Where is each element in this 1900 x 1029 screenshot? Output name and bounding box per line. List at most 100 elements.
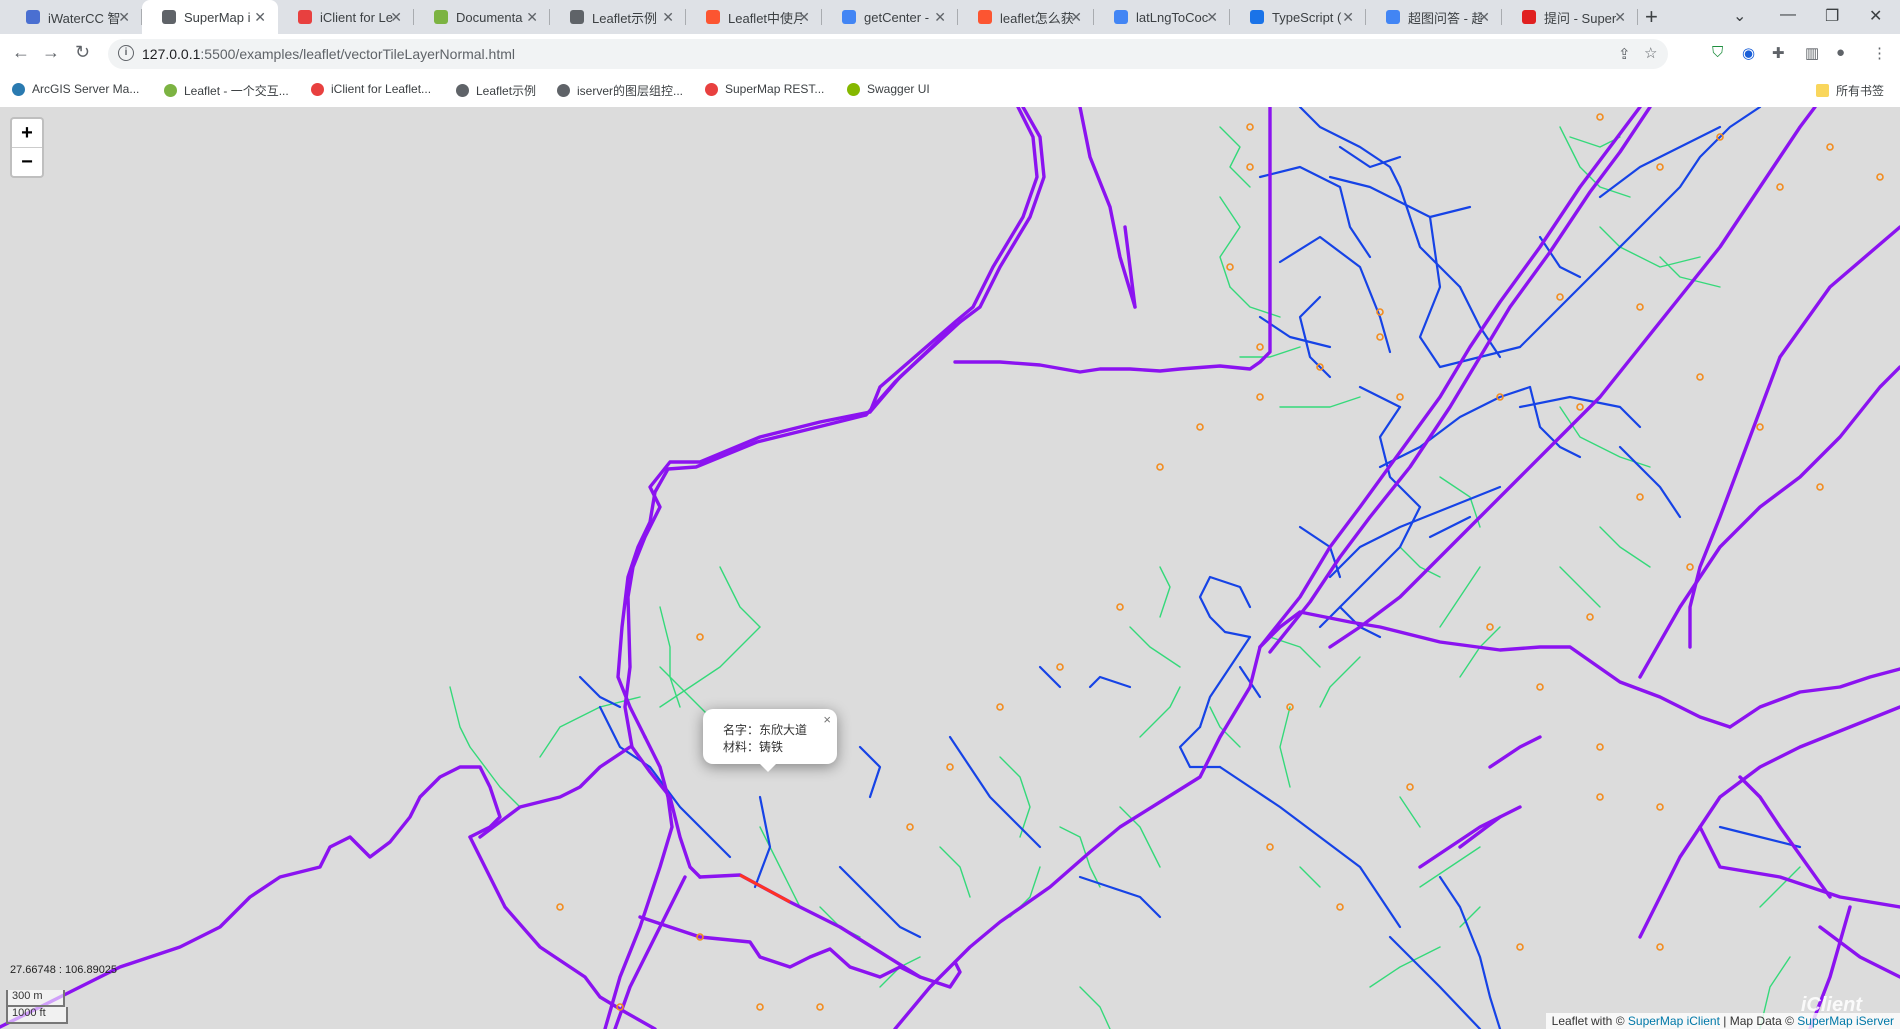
- main-pipe[interactable]: [1328, 107, 1817, 649]
- branch-pipe[interactable]: [1599, 226, 1701, 268]
- browser-tab[interactable]: Documenta ✕: [414, 0, 550, 34]
- branch-pipe[interactable]: [999, 756, 1031, 838]
- bookmark-item[interactable]: iserver的图层组控...: [557, 82, 683, 99]
- pipe-node[interactable]: [1826, 143, 1834, 151]
- pipe-node[interactable]: [996, 703, 1004, 711]
- branch-pipe[interactable]: [819, 906, 861, 938]
- tab-close-icon[interactable]: ✕: [118, 9, 130, 26]
- browser-tab[interactable]: latLngToCoc ✕: [1094, 0, 1230, 34]
- bookmark-item[interactable]: iClient for Leaflet...: [311, 82, 431, 96]
- bookmark-item[interactable]: Leaflet示例: [456, 82, 536, 99]
- browser-tab[interactable]: TypeScript (✕: [1230, 0, 1366, 34]
- browser-tab[interactable]: getCenter - ✕: [822, 0, 958, 34]
- branch-pipe[interactable]: [1559, 566, 1601, 608]
- pipe-node[interactable]: [1056, 663, 1064, 671]
- tab-close-icon[interactable]: ✕: [934, 9, 946, 26]
- close-window-icon[interactable]: ✕: [1869, 6, 1882, 26]
- secondary-pipe[interactable]: [1258, 165, 1372, 259]
- main-pipe[interactable]: [630, 745, 702, 879]
- reload-icon[interactable]: ↻: [75, 42, 90, 63]
- pipe-node[interactable]: [1756, 423, 1764, 431]
- pipe-node[interactable]: [1376, 333, 1384, 341]
- secondary-pipe[interactable]: [578, 675, 622, 709]
- vector-tile-layer[interactable]: [0, 107, 1900, 1029]
- branch-pipe[interactable]: [1279, 706, 1291, 788]
- secondary-pipe[interactable]: [1088, 675, 1132, 689]
- secondary-pipe[interactable]: [1078, 875, 1162, 919]
- branch-pipe[interactable]: [1599, 526, 1651, 568]
- tab-close-icon[interactable]: ✕: [662, 9, 674, 26]
- extensions-puzzle-icon[interactable]: ✚: [1772, 44, 1785, 62]
- main-pipe[interactable]: [478, 745, 632, 839]
- main-pipe[interactable]: [1688, 225, 1900, 649]
- branch-pipe[interactable]: [1129, 626, 1181, 668]
- pipe-node[interactable]: [1576, 403, 1584, 411]
- pipe-node[interactable]: [1266, 843, 1274, 851]
- secondary-pipe[interactable]: [1218, 765, 1402, 929]
- bookmark-star-icon[interactable]: ☆: [1644, 44, 1657, 62]
- secondary-pipe[interactable]: [1518, 107, 1762, 349]
- tab-close-icon[interactable]: ✕: [1614, 9, 1626, 26]
- pipe-node[interactable]: [1246, 123, 1254, 131]
- secondary-pipe[interactable]: [858, 745, 882, 799]
- pipe-node[interactable]: [1116, 603, 1124, 611]
- minimize-icon[interactable]: —: [1780, 6, 1796, 24]
- branch-pipe[interactable]: [449, 686, 521, 808]
- pipe-node[interactable]: [1226, 263, 1234, 271]
- browser-tab[interactable]: SuperMap i ✕: [142, 0, 278, 34]
- main-pipe[interactable]: [1488, 735, 1542, 769]
- tab-close-icon[interactable]: ✕: [526, 9, 538, 26]
- main-pipe[interactable]: [1638, 365, 1900, 679]
- pipe-node[interactable]: [1486, 623, 1494, 631]
- iserver-link[interactable]: SuperMap iServer: [1797, 1014, 1894, 1028]
- main-pipe[interactable]: [1258, 610, 1732, 729]
- selected-pipe-highlight[interactable]: [739, 873, 791, 904]
- pipe-node[interactable]: [696, 633, 704, 641]
- secondary-pipe[interactable]: [1038, 665, 1062, 689]
- main-pipe[interactable]: [0, 765, 502, 1029]
- bookmark-item[interactable]: Swagger UI: [847, 82, 930, 96]
- secondary-pipe[interactable]: [1328, 175, 1472, 219]
- main-pipe[interactable]: [1258, 107, 1642, 649]
- main-pipe[interactable]: [893, 645, 1262, 1029]
- pipe-node[interactable]: [1596, 113, 1604, 121]
- tab-search-icon[interactable]: ⌄: [1733, 6, 1746, 26]
- zoom-in-button[interactable]: +: [12, 119, 42, 147]
- secondary-pipe[interactable]: [838, 865, 922, 939]
- pipe-node[interactable]: [1336, 903, 1344, 911]
- iclient-link[interactable]: SuperMap iClient: [1628, 1014, 1720, 1028]
- secondary-pipe[interactable]: [1418, 215, 1442, 369]
- pipe-node[interactable]: [1556, 293, 1564, 301]
- secondary-pipe[interactable]: [1458, 285, 1502, 359]
- browser-tab[interactable]: iWaterCC 智 ✕: [6, 0, 142, 34]
- pipe-node[interactable]: [906, 823, 914, 831]
- tab-close-icon[interactable]: ✕: [390, 9, 402, 26]
- branch-pipe[interactable]: [1079, 986, 1111, 1029]
- main-pipe[interactable]: [868, 107, 1039, 414]
- bookmark-item[interactable]: SuperMap REST...: [705, 82, 824, 96]
- branch-pipe[interactable]: [1009, 866, 1041, 918]
- browser-tab[interactable]: Leaflet示例 ✕: [550, 0, 686, 34]
- branch-pipe[interactable]: [1419, 846, 1481, 888]
- pipe-node[interactable]: [946, 763, 954, 771]
- tab-close-icon[interactable]: ✕: [1478, 9, 1490, 26]
- circle-extension-icon[interactable]: ◉: [1742, 44, 1755, 62]
- zoom-out-button[interactable]: −: [12, 147, 42, 176]
- secondary-pipe[interactable]: [948, 735, 1042, 849]
- browser-tab[interactable]: Leaflet中使月 ✕: [686, 0, 822, 34]
- pipe-node[interactable]: [1196, 423, 1204, 431]
- main-pipe[interactable]: [958, 107, 1046, 324]
- secondary-pipe[interactable]: [1298, 525, 1342, 579]
- tab-close-icon[interactable]: ✕: [1206, 9, 1218, 26]
- branch-pipe[interactable]: [659, 606, 681, 708]
- share-icon[interactable]: ⇪: [1618, 45, 1631, 63]
- secondary-pipe[interactable]: [1618, 445, 1682, 519]
- pipe-node[interactable]: [1256, 393, 1264, 401]
- branch-pipe[interactable]: [1279, 396, 1361, 408]
- pipe-node[interactable]: [1636, 493, 1644, 501]
- main-pipe[interactable]: [603, 735, 674, 1029]
- tab-close-icon[interactable]: ✕: [254, 9, 266, 26]
- pipe-node[interactable]: [1406, 783, 1414, 791]
- pipe-node[interactable]: [1596, 793, 1604, 801]
- main-pipe[interactable]: [698, 873, 962, 989]
